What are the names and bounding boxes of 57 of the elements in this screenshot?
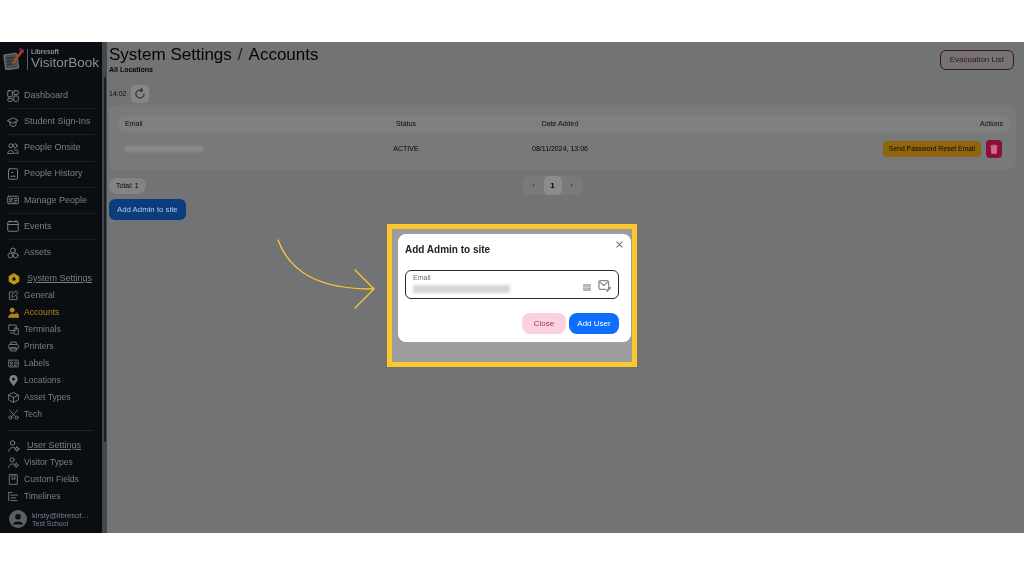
cube-icon [8, 392, 19, 404]
breadcrumb-separator: / [237, 45, 243, 64]
circles-icon [7, 247, 19, 260]
refresh-button[interactable] [130, 85, 149, 103]
list-icon [8, 491, 19, 503]
close-button[interactable]: Close [522, 313, 566, 334]
id-card-icon [8, 358, 19, 370]
envelope-edit-icon [598, 279, 611, 292]
sidebar-item[interactable]: Locations [8, 372, 102, 390]
avatar-icon [9, 510, 27, 529]
calendar-icon [7, 220, 19, 233]
product-name: VisitorBook [31, 55, 100, 70]
delete-button[interactable] [986, 140, 1002, 158]
trash-icon [989, 144, 999, 154]
map-pin-icon [8, 375, 19, 387]
pencil-square-icon [8, 290, 19, 302]
sidebar-item[interactable]: Tech [8, 406, 102, 424]
sidebar-item[interactable]: Timelines [8, 488, 102, 506]
sidebar-item[interactable]: Terminals [8, 321, 102, 339]
sidebar-item[interactable]: People History [7, 161, 95, 188]
evacuation-list-button[interactable]: Evacuation List [939, 50, 1014, 70]
person-gear-icon [8, 457, 19, 469]
notebook-pen-icon [3, 48, 24, 70]
sidebar-item[interactable]: General [8, 287, 102, 305]
sidebar-item[interactable]: Printers [8, 338, 102, 356]
printer-icon [8, 341, 19, 353]
sidebar-item[interactable]: Custom Fields [8, 471, 102, 489]
person-lock-icon [8, 307, 19, 319]
sidebar-section-link[interactable]: System Settings [8, 270, 102, 288]
sidebar-item[interactable]: Events [7, 213, 95, 241]
modal-title: Add Admin to site [405, 244, 491, 256]
bookmark-icon [8, 474, 19, 486]
grid-icon [7, 89, 19, 102]
sidebar-item[interactable]: Labels [8, 355, 102, 373]
close-icon [616, 241, 623, 248]
scissors-icon [8, 409, 19, 421]
sidebar-item[interactable]: Dashboard [7, 82, 95, 110]
card-icon [583, 284, 591, 291]
sidebar-section-link[interactable]: User Settings [8, 437, 102, 455]
sidebar-item[interactable]: Student Sign-Ins [7, 109, 95, 136]
people-icon [7, 141, 19, 154]
id-card-icon [7, 194, 19, 207]
sidebar-item[interactable]: Manage People [7, 187, 95, 214]
sidebar-item[interactable]: Asset Types [8, 389, 102, 407]
close-button[interactable] [616, 241, 623, 248]
sidebar-item[interactable]: People Onsite [7, 135, 95, 162]
breadcrumb-link[interactable]: System Settings [109, 45, 232, 64]
sidebar-item[interactable]: Visitor Types [8, 454, 102, 472]
page-button[interactable]: 1 [543, 176, 562, 195]
page-title: Accounts [248, 45, 319, 64]
sidebar-item[interactable]: Accounts [8, 304, 102, 322]
add-user-button[interactable]: Add User [569, 313, 619, 334]
document-icon [7, 168, 19, 181]
refresh-icon [133, 88, 146, 100]
monitor-icon [8, 324, 19, 336]
sidebar-item[interactable]: Assets [7, 240, 95, 267]
graduation-cap-icon [7, 115, 19, 128]
